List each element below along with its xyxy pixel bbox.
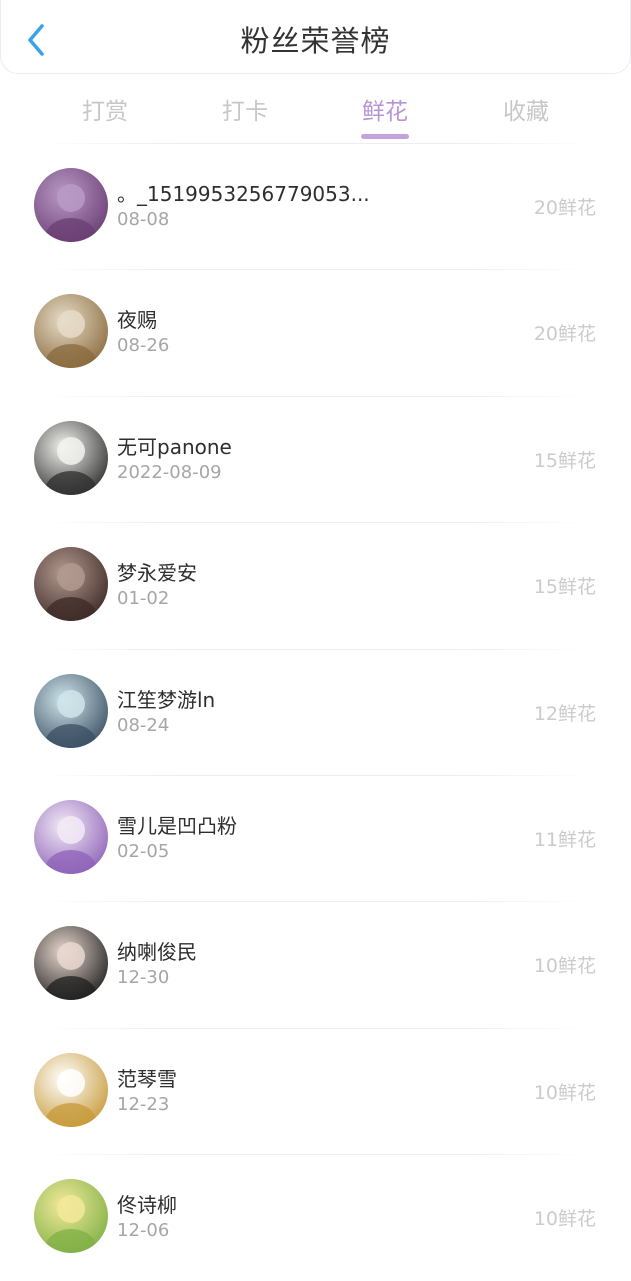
tab-flowers[interactable]: 鲜花: [335, 92, 435, 132]
fan-row[interactable]: 梦永爱安 01-02 15鲜花: [0, 522, 631, 648]
top-bar: 粉丝荣誉榜: [0, 0, 631, 74]
tab-tips[interactable]: 打赏: [55, 92, 155, 132]
row-divider: [40, 648, 591, 650]
avatar[interactable]: [34, 799, 108, 874]
row-divider: [40, 395, 591, 397]
avatar-image: [34, 547, 108, 622]
fan-name[interactable]: 夜赐: [117, 304, 497, 333]
fan-date: 12-06: [117, 1220, 170, 1242]
active-tab-indicator: [361, 134, 409, 139]
fan-name[interactable]: 江笙梦游ln: [117, 684, 497, 713]
fan-date: 08-24: [117, 714, 170, 736]
fan-row[interactable]: 夜赐 08-26 20鲜花: [0, 269, 631, 395]
row-divider: [40, 901, 591, 903]
avatar[interactable]: [34, 168, 108, 242]
fan-date: 12-30: [117, 967, 170, 989]
fan-name[interactable]: 雪儿是凹凸粉: [117, 810, 497, 839]
avatar[interactable]: [34, 294, 108, 369]
tab-bar: 打赏 打卡 鲜花 收藏: [0, 78, 631, 144]
flower-count: 10鲜花: [533, 955, 596, 978]
flower-count: 11鲜花: [533, 828, 596, 851]
fan-row[interactable]: 无可panone 2022-08-09 15鲜花: [0, 395, 631, 522]
fan-row[interactable]: 雪儿是凹凸粉 02-05 11鲜花: [0, 774, 631, 901]
avatar[interactable]: [34, 1052, 108, 1127]
fan-ranking-list: 。_1519953256779053... 08-08 20鲜花 夜赐 08-26 20鲜…: [0, 143, 631, 1281]
avatar[interactable]: [34, 926, 108, 1001]
flower-count: 20鲜花: [533, 323, 596, 346]
avatar[interactable]: [34, 673, 108, 748]
avatar[interactable]: [34, 1179, 108, 1254]
fan-date: 2022-08-09: [117, 461, 222, 483]
fan-name[interactable]: 。_1519953256779053...: [117, 178, 497, 207]
fan-name[interactable]: 佟诗柳: [117, 1189, 497, 1218]
row-divider: [40, 143, 591, 144]
fan-row[interactable]: 纳喇俊民 12-30 10鲜花: [0, 901, 631, 1027]
avatar-image: [34, 420, 108, 495]
flower-count: 20鲜花: [533, 197, 596, 219]
row-divider: [40, 774, 591, 776]
flower-count: 12鲜花: [533, 702, 596, 725]
fan-date: 08-26: [117, 335, 170, 357]
fan-row[interactable]: 江笙梦游ln 08-24 12鲜花: [0, 648, 631, 775]
fan-date: 01-02: [117, 588, 170, 610]
row-divider: [40, 1027, 591, 1029]
fan-row[interactable]: 范琴雪 12-23 10鲜花: [0, 1027, 631, 1154]
flower-count: 15鲜花: [533, 449, 596, 472]
row-divider: [40, 1154, 591, 1156]
avatar-image: [34, 168, 108, 242]
avatar-image: [34, 673, 108, 748]
fan-row[interactable]: 。_1519953256779053... 08-08 20鲜花: [0, 143, 631, 269]
fan-name[interactable]: 梦永爱安: [117, 557, 497, 586]
page-title: 粉丝荣誉榜: [240, 24, 391, 58]
fan-row[interactable]: 佟诗柳 12-06 10鲜花: [0, 1154, 631, 1280]
row-divider: [40, 269, 591, 271]
tab-favorites[interactable]: 收藏: [476, 92, 576, 132]
avatar-image: [34, 1179, 108, 1254]
row-divider: [40, 522, 591, 524]
fan-name[interactable]: 范琴雪: [117, 1063, 497, 1092]
avatar-image: [34, 926, 108, 1001]
avatar-image: [34, 799, 108, 874]
flower-count: 10鲜花: [533, 1208, 596, 1231]
tab-checkin[interactable]: 打卡: [195, 92, 295, 132]
fan-name[interactable]: 无可panone: [117, 431, 497, 460]
avatar-image: [34, 294, 108, 369]
fan-date: 12-23: [117, 1093, 170, 1115]
avatar[interactable]: [34, 420, 108, 495]
flower-count: 10鲜花: [533, 1081, 596, 1104]
avatar[interactable]: [34, 547, 108, 622]
flower-count: 15鲜花: [533, 576, 596, 599]
fan-date: 08-08: [117, 209, 170, 230]
avatar-image: [34, 1052, 108, 1127]
fan-date: 02-05: [117, 840, 170, 862]
fan-name[interactable]: 纳喇俊民: [117, 936, 497, 965]
